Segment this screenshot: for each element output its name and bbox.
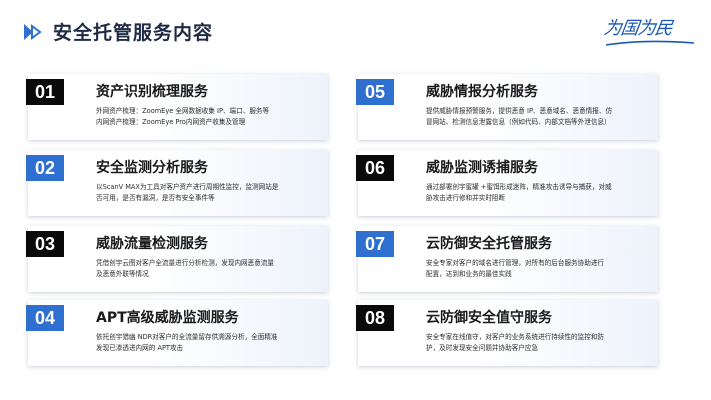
- service-description-line: 安全专家在线值守，对客户的业务系统进行持续性的监控和防: [426, 333, 605, 341]
- service-number-badge: 04: [26, 305, 64, 331]
- service-grid: 01 资产识别梳理服务 外网资产梳理：ZoomEye 全网数据收集 IP、端口、…: [0, 0, 711, 400]
- service-description-line: 胁攻击进行修和并实时阻断: [426, 194, 506, 202]
- service-description: 依托创宇猎幽 NDR对客户的全流量留存供溯源分析，全面精准 发现已渗透进内网的 …: [96, 332, 320, 354]
- service-card-06: 06 威胁监测诱捕服务 通过部署创宇蜜罐 +蜜饵形成迷阵，精准攻击诱导与捕获，对…: [356, 150, 658, 216]
- service-number-badge: 06: [356, 155, 394, 181]
- service-card-08: 08 云防御安全值守服务 安全专家在线值守，对客户的业务系统进行持续性的监控和防…: [356, 300, 658, 366]
- service-description: 通过部署创宇蜜罐 +蜜饵形成迷阵，精准攻击诱导与捕获，对威 胁攻击进行修和并实时…: [426, 182, 650, 204]
- service-description-line: 依托创宇猎幽 NDR对客户的全流量留存供溯源分析，全面精准: [96, 333, 278, 341]
- service-description: 安全专家在线值守，对客户的业务系统进行持续性的监控和防 护，及时发现安全问题并协…: [426, 332, 650, 354]
- service-number-badge: 05: [356, 79, 394, 105]
- service-description-line: 安全专家对客户的域名进行管理，对所有的后台服务协助进行: [426, 259, 605, 267]
- service-card-01: 01 资产识别梳理服务 外网资产梳理：ZoomEye 全网数据收集 IP、端口、…: [26, 74, 328, 140]
- service-number-badge: 03: [26, 231, 64, 257]
- service-title: APT高级威胁监测服务: [96, 310, 239, 326]
- service-description: 凭借创宇云图对客户全流量进行分析检测，发现内网恶意流量 及恶意外联等情况: [96, 258, 320, 280]
- service-description-line: 外网资产梳理：ZoomEye 全网数据收集 IP、端口、服务等: [96, 107, 270, 115]
- service-card-03: 03 威胁流量检测服务 凭借创宇云图对客户全流量进行分析检测，发现内网恶意流量 …: [26, 226, 328, 292]
- service-title: 资产识别梳理服务: [96, 84, 208, 100]
- service-title: 云防御安全值守服务: [426, 310, 552, 326]
- service-description-line: 否可用，是否有漏洞，是否有安全事件等: [96, 194, 215, 202]
- service-title: 威胁流量检测服务: [96, 236, 208, 252]
- service-description: 安全专家对客户的域名进行管理，对所有的后台服务协助进行 配置，达到和业务的最佳实…: [426, 258, 650, 280]
- service-description-line: 以ScanV MAX为工具对客户资产进行周期性监控，监测网站是: [96, 183, 279, 191]
- service-title: 威胁监测诱捕服务: [426, 160, 538, 176]
- service-description-line: 护，及时发现安全问题并协助客户应急: [426, 344, 539, 352]
- service-description-line: 配置，达到和业务的最佳实践: [426, 270, 512, 278]
- service-title: 云防御安全托管服务: [426, 236, 552, 252]
- service-description: 以ScanV MAX为工具对客户资产进行周期性监控，监测网站是 否可用，是否有漏…: [96, 182, 320, 204]
- service-number-badge: 07: [356, 231, 394, 257]
- service-title: 威胁情报分析服务: [426, 84, 538, 100]
- service-description: 提供威胁情报预警服务，提供恶意 IP、恶意域名、恶意情报、仿 冒网站、检测信息泄…: [426, 106, 650, 128]
- service-number-badge: 08: [356, 305, 394, 331]
- service-description-line: 及恶意外联等情况: [96, 270, 149, 278]
- service-description-line: 提供威胁情报预警服务，提供恶意 IP、恶意域名、恶意情报、仿: [426, 107, 613, 115]
- service-description-line: 内网资产梳理：ZoomEye Pro内网资产收集及管理: [96, 118, 246, 126]
- service-description-line: 发现已渗透进内网的 APT攻击: [96, 344, 184, 352]
- service-card-04: 04 APT高级威胁监测服务 依托创宇猎幽 NDR对客户的全流量留存供溯源分析，…: [26, 300, 328, 366]
- service-card-07: 07 云防御安全托管服务 安全专家对客户的域名进行管理，对所有的后台服务协助进行…: [356, 226, 658, 292]
- service-description: 外网资产梳理：ZoomEye 全网数据收集 IP、端口、服务等 内网资产梳理：Z…: [96, 106, 320, 128]
- service-card-02: 02 安全监测分析服务 以ScanV MAX为工具对客户资产进行周期性监控，监测…: [26, 150, 328, 216]
- service-number-badge: 01: [26, 79, 64, 105]
- service-description-line: 冒网站、检测信息泄露信息（例如代码、内部文档等外泄信息）: [426, 118, 611, 126]
- service-description-line: 凭借创宇云图对客户全流量进行分析检测，发现内网恶意流量: [96, 259, 275, 267]
- service-card-05: 05 威胁情报分析服务 提供威胁情报预警服务，提供恶意 IP、恶意域名、恶意情报…: [356, 74, 658, 140]
- service-description-line: 通过部署创宇蜜罐 +蜜饵形成迷阵，精准攻击诱导与捕获，对威: [426, 183, 612, 191]
- service-number-badge: 02: [26, 155, 64, 181]
- service-title: 安全监测分析服务: [96, 160, 208, 176]
